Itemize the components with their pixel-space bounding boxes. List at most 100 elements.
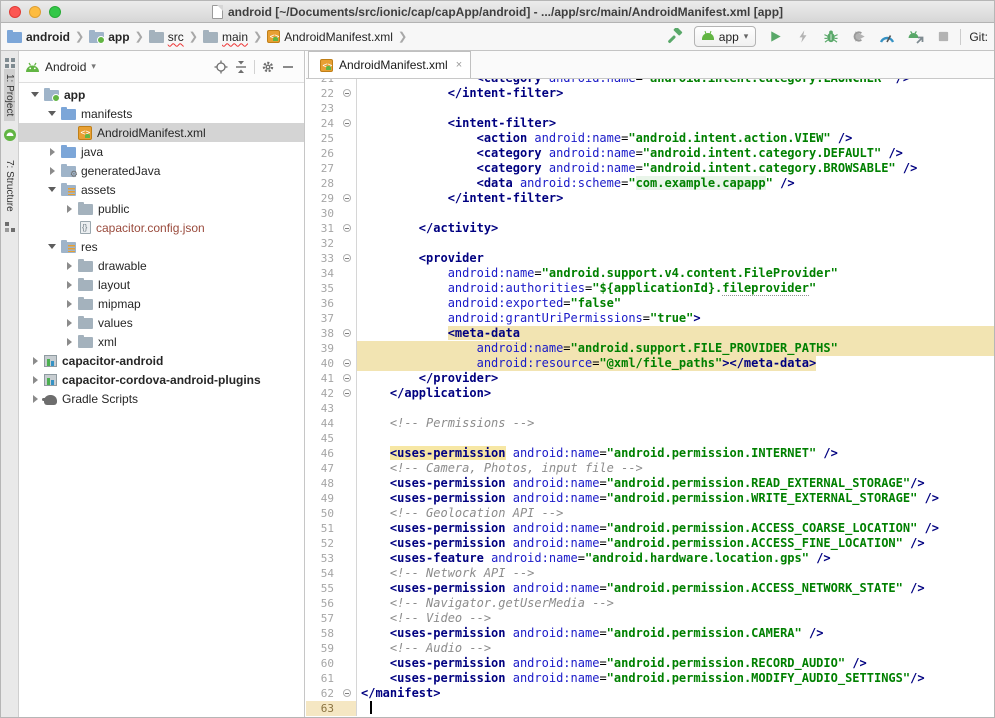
line-number[interactable]: 45 <box>306 431 340 446</box>
fold-collapse-icon[interactable] <box>343 89 351 97</box>
tree-arrow-icon[interactable] <box>29 92 41 97</box>
debug-bug-icon[interactable] <box>822 28 840 46</box>
android-avd-icon[interactable] <box>4 129 16 141</box>
breadcrumb-item-app[interactable]: app <box>89 30 129 44</box>
tab-androidmanifest[interactable]: AndroidManifest.xml × <box>308 51 471 78</box>
fold-collapse-icon[interactable] <box>343 689 351 697</box>
line-number[interactable]: 21 <box>306 79 340 86</box>
code-line-52[interactable]: 52 <uses-permission android:name="androi… <box>306 536 994 551</box>
line-number[interactable]: 37 <box>306 311 340 326</box>
code-line-51[interactable]: 51 <uses-permission android:name="androi… <box>306 521 994 536</box>
tree-item-manifests[interactable]: manifests <box>19 104 304 123</box>
line-number[interactable]: 59 <box>306 641 340 656</box>
tree-arrow-icon[interactable] <box>46 244 58 249</box>
line-number[interactable]: 57 <box>306 611 340 626</box>
sidebar-tab-project[interactable]: 1: Project <box>4 69 15 121</box>
profiler-gauge-icon[interactable] <box>878 28 896 46</box>
line-number[interactable]: 53 <box>306 551 340 566</box>
code-line-37[interactable]: 37 android:grantUriPermissions="true"> <box>306 311 994 326</box>
tree-arrow-icon[interactable] <box>29 357 41 365</box>
code-line-38[interactable]: 38 <meta-data <box>306 326 994 341</box>
tree-item-mipmap[interactable]: mipmap <box>19 294 304 313</box>
code-line-36[interactable]: 36 android:exported="false" <box>306 296 994 311</box>
line-number[interactable]: 40 <box>306 356 340 371</box>
code-line-62[interactable]: 62</manifest> <box>306 686 994 701</box>
code-line-40[interactable]: 40 android:resource="@xml/file_paths"></… <box>306 356 994 371</box>
code-line-53[interactable]: 53 <uses-feature android:name="android.h… <box>306 551 994 566</box>
code-line-56[interactable]: 56 <!-- Navigator.getUserMedia --> <box>306 596 994 611</box>
fold-collapse-icon[interactable] <box>343 224 351 232</box>
code-line-57[interactable]: 57 <!-- Video --> <box>306 611 994 626</box>
tree-arrow-icon[interactable] <box>29 376 41 384</box>
code-line-46[interactable]: 46 <uses-permission android:name="androi… <box>306 446 994 461</box>
code-line-35[interactable]: 35 android:authorities="${applicationId}… <box>306 281 994 296</box>
code-line-50[interactable]: 50 <!-- Geolocation API --> <box>306 506 994 521</box>
fold-gutter[interactable] <box>340 116 357 131</box>
zoom-window-icon[interactable] <box>49 6 61 18</box>
fold-collapse-icon[interactable] <box>343 389 351 397</box>
line-number[interactable]: 23 <box>306 101 340 116</box>
attach-debugger-icon[interactable] <box>906 28 924 46</box>
run-configuration-select[interactable]: app▾ <box>694 26 757 47</box>
tree-item-layout[interactable]: layout <box>19 275 304 294</box>
line-number[interactable]: 43 <box>306 401 340 416</box>
fold-gutter[interactable] <box>340 386 357 401</box>
line-number[interactable]: 52 <box>306 536 340 551</box>
tree-arrow-icon[interactable] <box>63 281 75 289</box>
code-line-25[interactable]: 25 <action android:name="android.intent.… <box>306 131 994 146</box>
code-line-31[interactable]: 31 </activity> <box>306 221 994 236</box>
code-line-42[interactable]: 42 </application> <box>306 386 994 401</box>
locate-icon[interactable] <box>211 57 231 77</box>
gear-icon[interactable] <box>258 57 278 77</box>
fold-gutter[interactable] <box>340 86 357 101</box>
fold-gutter[interactable] <box>340 326 357 341</box>
breadcrumb-item-android[interactable]: android <box>7 30 70 44</box>
code-line-58[interactable]: 58 <uses-permission android:name="androi… <box>306 626 994 641</box>
line-number[interactable]: 25 <box>306 131 340 146</box>
close-window-icon[interactable] <box>9 6 21 18</box>
code-line-63[interactable]: 63 <box>306 701 994 716</box>
code-line-29[interactable]: 29 </intent-filter> <box>306 191 994 206</box>
fold-gutter[interactable] <box>340 191 357 206</box>
line-number[interactable]: 42 <box>306 386 340 401</box>
tree-arrow-icon[interactable] <box>63 338 75 346</box>
code-line-43[interactable]: 43 <box>306 401 994 416</box>
collapse-all-icon[interactable] <box>231 57 251 77</box>
line-number[interactable]: 56 <box>306 596 340 611</box>
tree-item-generatedJava[interactable]: generatedJava <box>19 161 304 180</box>
tree-item-assets[interactable]: assets <box>19 180 304 199</box>
line-number[interactable]: 63 <box>306 701 340 716</box>
line-number[interactable]: 34 <box>306 266 340 281</box>
line-number[interactable]: 60 <box>306 656 340 671</box>
line-number[interactable]: 46 <box>306 446 340 461</box>
tree-item-drawable[interactable]: drawable <box>19 256 304 275</box>
line-number[interactable]: 32 <box>306 236 340 251</box>
line-number[interactable]: 26 <box>306 146 340 161</box>
tree-item-Gradle Scripts[interactable]: Gradle Scripts <box>19 389 304 408</box>
fold-collapse-icon[interactable] <box>343 119 351 127</box>
build-hammer-icon[interactable] <box>666 28 684 46</box>
code-line-48[interactable]: 48 <uses-permission android:name="androi… <box>306 476 994 491</box>
code-line-22[interactable]: 22 </intent-filter> <box>306 86 994 101</box>
tree-arrow-icon[interactable] <box>46 111 58 116</box>
tree-item-capacitor.config.json[interactable]: capacitor.config.json <box>19 218 304 237</box>
line-number[interactable]: 33 <box>306 251 340 266</box>
code-line-54[interactable]: 54 <!-- Network API --> <box>306 566 994 581</box>
line-number[interactable]: 51 <box>306 521 340 536</box>
fold-collapse-icon[interactable] <box>343 359 351 367</box>
fold-gutter[interactable] <box>340 371 357 386</box>
line-number[interactable]: 58 <box>306 626 340 641</box>
line-number[interactable]: 50 <box>306 506 340 521</box>
code-line-45[interactable]: 45 <box>306 431 994 446</box>
line-number[interactable]: 35 <box>306 281 340 296</box>
tree-item-xml[interactable]: xml <box>19 332 304 351</box>
line-number[interactable]: 27 <box>306 161 340 176</box>
tree-arrow-icon[interactable] <box>63 205 75 213</box>
fold-gutter[interactable] <box>340 221 357 236</box>
sidebar-tab-structure[interactable]: 7: Structure <box>4 155 15 217</box>
line-number[interactable]: 38 <box>306 326 340 341</box>
code-line-55[interactable]: 55 <uses-permission android:name="androi… <box>306 581 994 596</box>
line-number[interactable]: 48 <box>306 476 340 491</box>
line-number[interactable]: 61 <box>306 671 340 686</box>
breadcrumb-item-src[interactable]: src <box>149 30 184 44</box>
